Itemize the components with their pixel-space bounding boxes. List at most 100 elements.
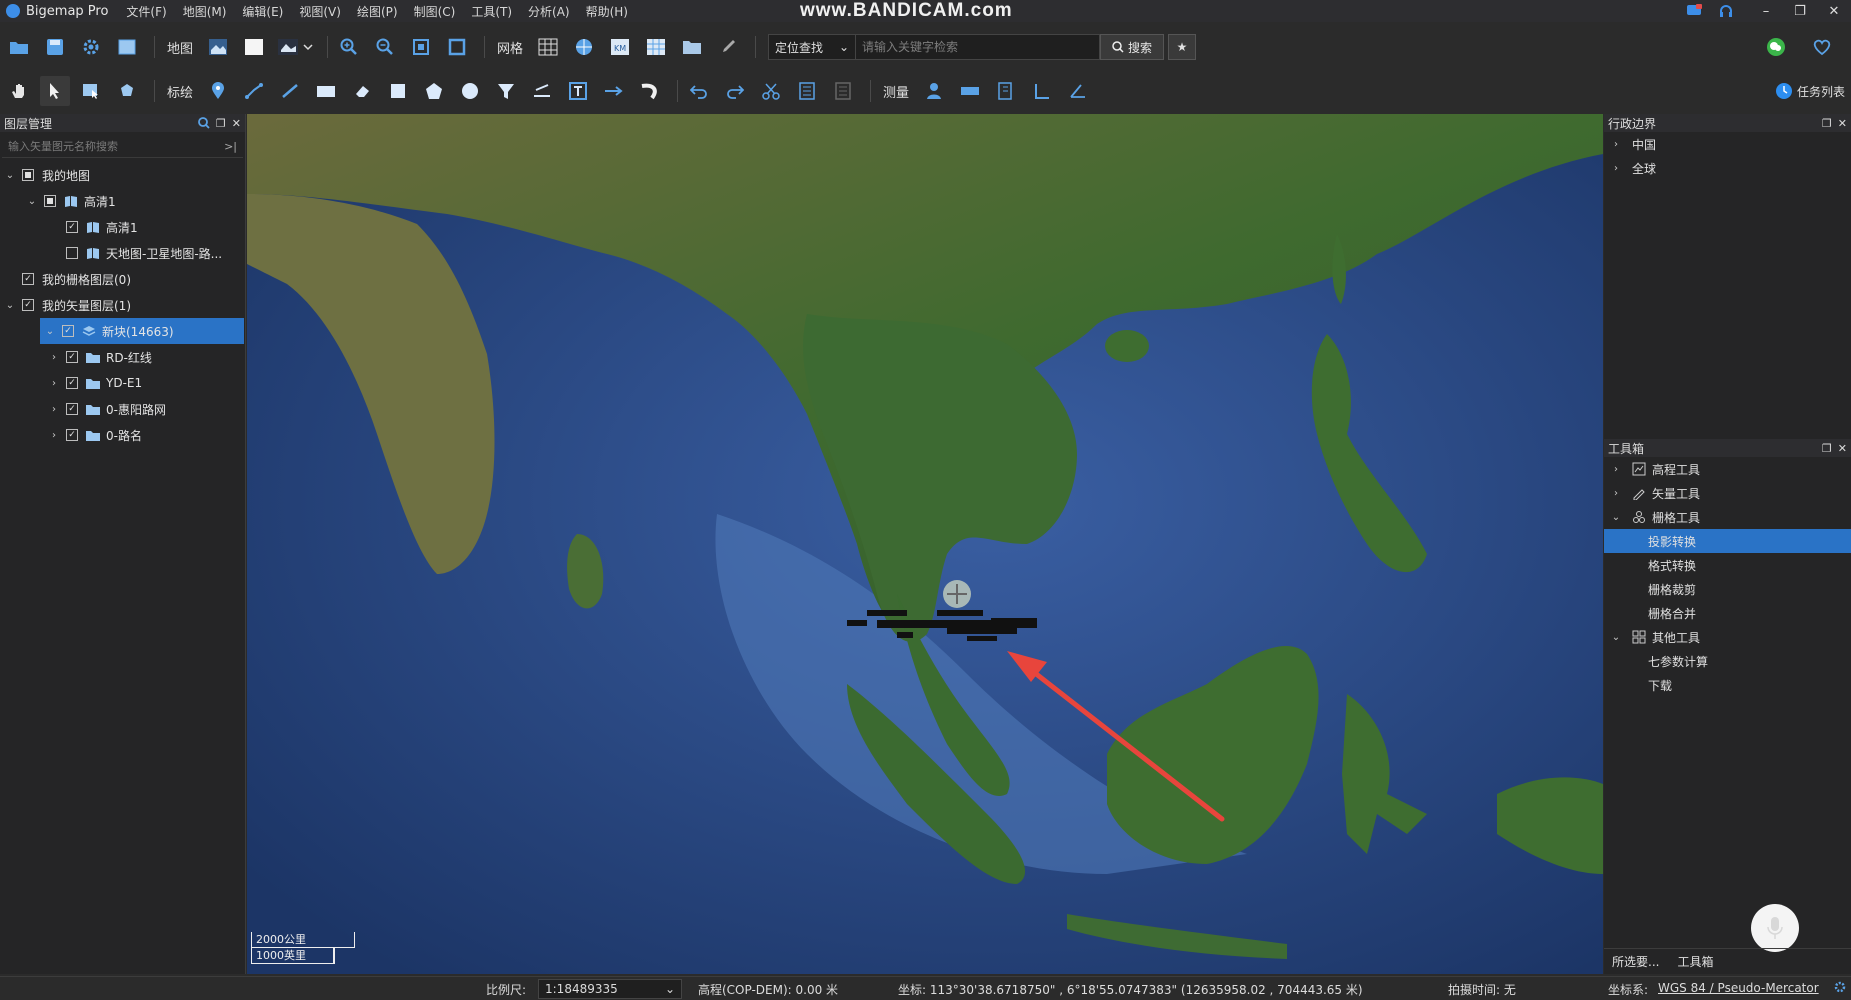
toolbox-item[interactable]: 格式转换 [1604, 553, 1851, 577]
chevron-right-icon[interactable]: › [48, 430, 60, 441]
layer-checkbox[interactable]: ✓ [66, 429, 78, 441]
undo-icon[interactable] [684, 76, 714, 106]
window-icon[interactable] [112, 32, 142, 62]
blank-map-icon[interactable] [239, 32, 269, 62]
tab-toolbox[interactable]: 工具箱 [1677, 953, 1713, 970]
circle-icon[interactable] [455, 76, 485, 106]
menu-map[interactable]: 地图(M) [183, 3, 227, 20]
scale-dropdown[interactable]: 1:18489335 ⌄ [538, 979, 682, 999]
marker-icon[interactable] [203, 76, 233, 106]
settings-gear-icon[interactable] [76, 32, 106, 62]
angle-measure-icon[interactable] [1027, 76, 1057, 106]
toolbox-item[interactable]: 下载 [1604, 673, 1851, 697]
toolbox-group[interactable]: ⌄ 其他工具 [1604, 625, 1851, 649]
folder-icon[interactable] [677, 32, 707, 62]
full-extent-icon[interactable] [442, 32, 472, 62]
shield-heart-icon[interactable] [1807, 32, 1837, 62]
toolbox-group[interactable]: › 高程工具 [1604, 457, 1851, 481]
layer-checkbox[interactable]: ✓ [22, 299, 34, 311]
distance-icon[interactable] [955, 76, 985, 106]
menu-edit[interactable]: 编辑(E) [242, 3, 283, 20]
layer-checkbox[interactable]: ✓ [66, 403, 78, 415]
minimize-button[interactable]: – [1749, 4, 1783, 19]
utm-grid-icon[interactable] [569, 32, 599, 62]
wechat-icon[interactable] [1761, 32, 1791, 62]
layer-tree-item[interactable]: ⌄ 我的地图 [0, 162, 245, 188]
line-icon[interactable] [275, 76, 305, 106]
layer-tree-item[interactable]: 天地图-卫星地图-路... [0, 240, 245, 266]
toolbox-item[interactable]: 栅格合并 [1604, 601, 1851, 625]
text-box-icon[interactable] [563, 76, 593, 106]
close-icon[interactable]: ✕ [1838, 117, 1847, 130]
layer-checkbox[interactable]: ✓ [62, 325, 74, 337]
rectangle-icon[interactable] [311, 76, 341, 106]
locate-dropdown[interactable]: 定位查找 ⌄ [768, 34, 857, 60]
layer-tree-item[interactable]: ✓ 我的栅格图层(0) [0, 266, 245, 292]
toolbox-item[interactable]: 栅格裁剪 [1604, 577, 1851, 601]
layer-checkbox[interactable]: ✓ [66, 351, 78, 363]
menu-cartography[interactable]: 制图(C) [414, 3, 456, 20]
close-icon[interactable]: ✕ [232, 117, 241, 130]
favorite-star-icon[interactable]: ★ [1168, 34, 1197, 60]
float-panel-icon[interactable]: ❐ [1822, 117, 1832, 130]
satellite-dropdown-icon[interactable] [275, 32, 315, 62]
voice-input-button[interactable] [1751, 904, 1799, 952]
layer-checkbox[interactable] [66, 247, 78, 259]
layer-tree-item[interactable]: › ✓ RD-红线 [0, 344, 245, 370]
chevron-right-icon[interactable]: › [48, 404, 60, 415]
layer-tree-item[interactable]: › ✓ 0-惠阳路网 [0, 396, 245, 422]
select-pointer-icon[interactable] [40, 76, 70, 106]
area-measure-icon[interactable] [991, 76, 1021, 106]
toolbox-item[interactable]: 七参数计算 [1604, 649, 1851, 673]
restore-button[interactable]: ❐ [1783, 4, 1817, 19]
menu-file[interactable]: 文件(F) [126, 3, 166, 20]
menu-help[interactable]: 帮助(H) [586, 3, 628, 20]
bearing-icon[interactable] [1063, 76, 1093, 106]
document-list-icon[interactable] [828, 76, 858, 106]
layer-tree-item[interactable]: › ✓ YD-E1 [0, 370, 245, 396]
tab-selected-features[interactable]: 所选要... [1612, 953, 1659, 970]
search-button[interactable]: 搜索 [1100, 34, 1165, 60]
toolbox-group[interactable]: ⌄ 栅格工具 [1604, 505, 1851, 529]
attribute-table-icon[interactable] [792, 76, 822, 106]
zoom-in-icon[interactable] [334, 32, 364, 62]
layer-checkbox[interactable]: ✓ [22, 273, 34, 285]
layer-tree-item[interactable]: ✓ 高清1 [0, 214, 245, 240]
menu-view[interactable]: 视图(V) [299, 3, 341, 20]
chevron-down-icon[interactable]: ⌄ [4, 170, 16, 181]
close-icon[interactable]: ✕ [1838, 442, 1847, 455]
menu-tools[interactable]: 工具(T) [471, 3, 512, 20]
search-input[interactable] [856, 34, 1101, 60]
admin-item-global[interactable]: › 全球 [1604, 156, 1851, 180]
layer-tree-item[interactable]: › ✓ 0-路名 [0, 422, 245, 448]
pentagon-icon[interactable] [419, 76, 449, 106]
layer-tree-item[interactable]: ⌄ ✓ 我的矢量图层(1) [0, 292, 245, 318]
curved-arrow-icon[interactable] [635, 76, 665, 106]
scissors-icon[interactable] [756, 76, 786, 106]
select-polygon-icon[interactable] [112, 76, 142, 106]
map-canvas[interactable]: 2000公里 1000英里 [247, 114, 1603, 974]
zoom-extent-icon[interactable] [406, 32, 436, 62]
layer-checkbox[interactable]: ✓ [66, 221, 78, 233]
chevron-right-icon[interactable]: › [48, 352, 60, 363]
arrow-right-icon[interactable] [599, 76, 629, 106]
search-icon[interactable] [198, 117, 210, 129]
square-icon[interactable] [383, 76, 413, 106]
toolbox-group[interactable]: › 矢量工具 [1604, 481, 1851, 505]
close-button[interactable]: ✕ [1817, 4, 1851, 19]
menu-draw[interactable]: 绘图(P) [357, 3, 398, 20]
layer-tree-item[interactable]: ⌄ 高清1 [0, 188, 245, 214]
layer-checkbox[interactable] [22, 169, 34, 181]
chevron-down-icon[interactable]: ⌄ [44, 326, 56, 337]
headset-icon[interactable] [1717, 2, 1735, 20]
km-grid-icon[interactable]: KM [605, 32, 635, 62]
eraser-icon[interactable] [347, 76, 377, 106]
float-panel-icon[interactable]: ❐ [216, 117, 226, 130]
pan-hand-icon[interactable] [4, 76, 34, 106]
measure-ruler-icon[interactable] [527, 76, 557, 106]
layer-checkbox[interactable] [44, 195, 56, 207]
task-list-button[interactable]: 任务列表 [1775, 82, 1845, 100]
open-folder-icon[interactable] [4, 32, 34, 62]
map-source-icon[interactable] [203, 32, 233, 62]
layer-search-input[interactable] [2, 140, 225, 153]
